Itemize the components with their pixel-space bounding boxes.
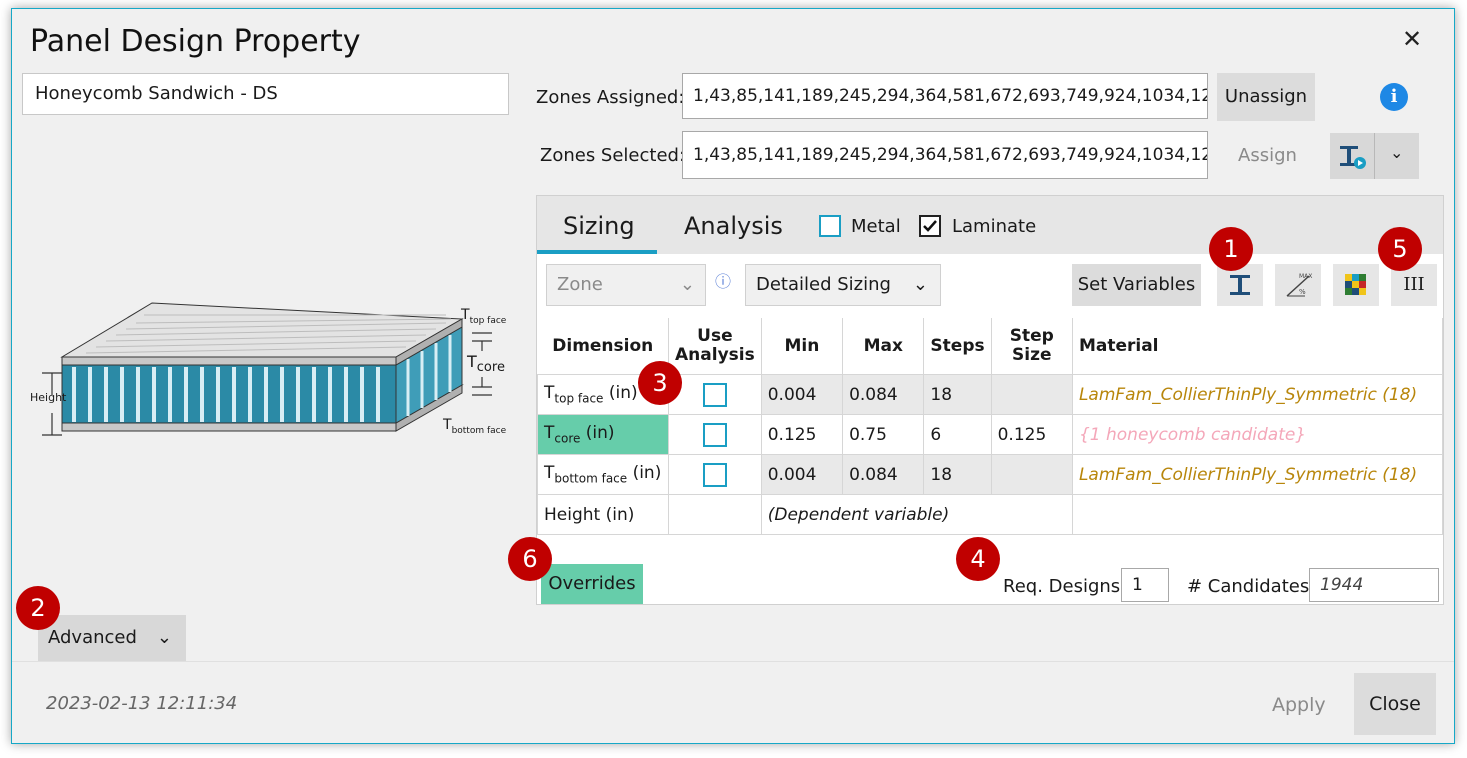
material-cell[interactable]: {1 honeycomb candidate}: [1071, 414, 1444, 455]
table-row[interactable]: Tbottom face (in) 0.004 0.084 18 LamFam_…: [536, 454, 1444, 495]
use-analysis-checkbox[interactable]: [702, 422, 727, 447]
tab-analysis[interactable]: Analysis: [684, 212, 783, 240]
tab-sizing[interactable]: Sizing: [563, 212, 635, 240]
callout-badge-5: 5: [1378, 227, 1422, 271]
footer-divider: [12, 661, 1454, 662]
chevron-down-icon: ⌄: [156, 627, 172, 648]
material-cell[interactable]: LamFam_CollierThinPly_Symmetric (18): [1071, 374, 1444, 415]
assign-button[interactable]: Assign: [1238, 145, 1297, 166]
svg-text:%: %: [1299, 288, 1306, 296]
close-icon[interactable]: ✕: [1402, 25, 1422, 53]
col-max: Max: [842, 318, 925, 375]
advanced-dropdown[interactable]: Advanced ⌄: [38, 615, 186, 661]
laminate-checkbox[interactable]: [919, 215, 941, 237]
beam-section-button[interactable]: [1217, 264, 1263, 306]
panel-design-dialog: Panel Design Property ✕ Honeycomb Sandwi…: [11, 8, 1455, 744]
steps-cell[interactable]: 18: [923, 454, 992, 495]
col-material: Material: [1072, 318, 1444, 375]
use-analysis-cell: [668, 494, 762, 535]
sizing-table: Dimension Use Analysis Min Max Steps Step…: [536, 318, 1444, 535]
col-use-analysis: Use Analysis: [668, 318, 762, 375]
use-analysis-cell: [668, 374, 762, 415]
use-analysis-cell: [668, 414, 762, 455]
sizing-mode-dropdown[interactable]: Detailed Sizing ⌄: [745, 264, 941, 306]
beam-play-icon[interactable]: [1330, 133, 1374, 179]
callout-badge-4: 4: [956, 537, 1000, 581]
active-tab-indicator: [537, 250, 657, 254]
dimension-cell: Tbottom face (in): [536, 454, 670, 495]
info-tip-icon[interactable]: ⓘ: [715, 268, 731, 292]
use-analysis-checkbox[interactable]: [702, 462, 727, 487]
unassign-button[interactable]: Unassign: [1217, 73, 1315, 121]
callout-badge-1: 1: [1209, 227, 1253, 271]
dimension-cell: Tcore (in): [536, 414, 670, 455]
step-size-cell[interactable]: 0.125: [990, 414, 1073, 455]
svg-text:MAX: MAX: [1299, 273, 1312, 280]
dialog-title: Panel Design Property: [30, 24, 361, 59]
min-cell[interactable]: 0.004: [760, 374, 844, 415]
candidates-label: # Candidates: [1187, 576, 1310, 597]
honeycomb-sandwich-diagram: [42, 302, 492, 436]
table-row[interactable]: Height (in) (Dependent variable): [536, 494, 1444, 535]
zone-dropdown[interactable]: Zone ⌄: [546, 264, 706, 306]
zones-assigned-label: Zones Assigned:: [536, 87, 685, 108]
tab-bar: Sizing Analysis Metal Laminate: [537, 196, 1443, 254]
chevron-down-icon: ⌄: [679, 274, 695, 295]
height-label: Height: [30, 391, 67, 404]
col-steps: Steps: [923, 318, 992, 375]
info-icon[interactable]: i: [1380, 83, 1408, 111]
table-row[interactable]: Tcore (in) 0.125 0.75 6 0.125 {1 honeyco…: [536, 414, 1444, 455]
req-designs-label: Req. Designs: [1003, 576, 1121, 597]
i-beam-icon: [1230, 275, 1250, 295]
col-min: Min: [761, 318, 844, 375]
apply-button[interactable]: Apply: [1272, 694, 1326, 716]
zones-selected-label: Zones Selected:: [540, 145, 686, 166]
max-cell[interactable]: 0.75: [842, 414, 925, 455]
overrides-button[interactable]: Overrides: [541, 564, 643, 604]
min-max-icon: MAX %: [1286, 273, 1312, 297]
design-name-field[interactable]: Honeycomb Sandwich - DS: [22, 73, 509, 115]
steps-cell[interactable]: 6: [923, 414, 992, 455]
candidates-field: 1944: [1309, 568, 1439, 602]
color-grid-icon: [1345, 274, 1366, 295]
timestamp: 2023-02-13 12:11:34: [46, 693, 238, 714]
min-max-button[interactable]: MAX %: [1275, 264, 1321, 306]
use-analysis-cell: [668, 454, 762, 495]
t-bottom-label: Tbottom face: [443, 417, 507, 436]
checkmark-icon: [923, 220, 937, 232]
min-cell[interactable]: 0.125: [760, 414, 844, 455]
callout-badge-3: 3: [638, 361, 682, 405]
t-top-label: Ttop face: [461, 307, 507, 326]
col-step-size: Step Size: [991, 318, 1073, 375]
req-designs-input[interactable]: 1: [1121, 568, 1169, 602]
chevron-down-icon[interactable]: ⌄: [1390, 143, 1403, 162]
material-cell[interactable]: LamFam_CollierThinPly_Symmetric (18): [1071, 454, 1444, 495]
dimension-cell: Height (in): [536, 494, 670, 535]
color-grid-button[interactable]: [1333, 264, 1379, 306]
min-cell[interactable]: 0.004: [760, 454, 844, 495]
chevron-down-icon: ⌄: [912, 274, 928, 295]
steps-cell[interactable]: 18: [923, 374, 992, 415]
max-cell[interactable]: 0.084: [842, 374, 925, 415]
dependent-variable-cell: (Dependent variable): [760, 494, 1073, 535]
laminate-label: Laminate: [952, 216, 1037, 237]
zones-assigned-field[interactable]: 1,43,85,141,189,245,294,364,581,672,693,…: [682, 73, 1208, 119]
use-analysis-checkbox[interactable]: [702, 382, 727, 407]
close-button[interactable]: Close: [1354, 673, 1436, 735]
material-cell: [1071, 494, 1444, 535]
set-variables-button[interactable]: Set Variables: [1072, 264, 1201, 306]
metal-checkbox[interactable]: [819, 215, 841, 237]
beam-split-button[interactable]: ⌄: [1330, 133, 1419, 179]
step-size-cell[interactable]: [990, 374, 1073, 415]
zones-selected-field[interactable]: 1,43,85,141,189,245,294,364,581,672,693,…: [682, 131, 1208, 179]
t-core-label: Tcore: [467, 352, 505, 376]
step-size-cell[interactable]: [990, 454, 1073, 495]
metal-label: Metal: [851, 216, 901, 237]
callout-badge-2: 2: [16, 586, 60, 630]
max-cell[interactable]: 0.084: [842, 454, 925, 495]
callout-badge-6: 6: [508, 537, 552, 581]
